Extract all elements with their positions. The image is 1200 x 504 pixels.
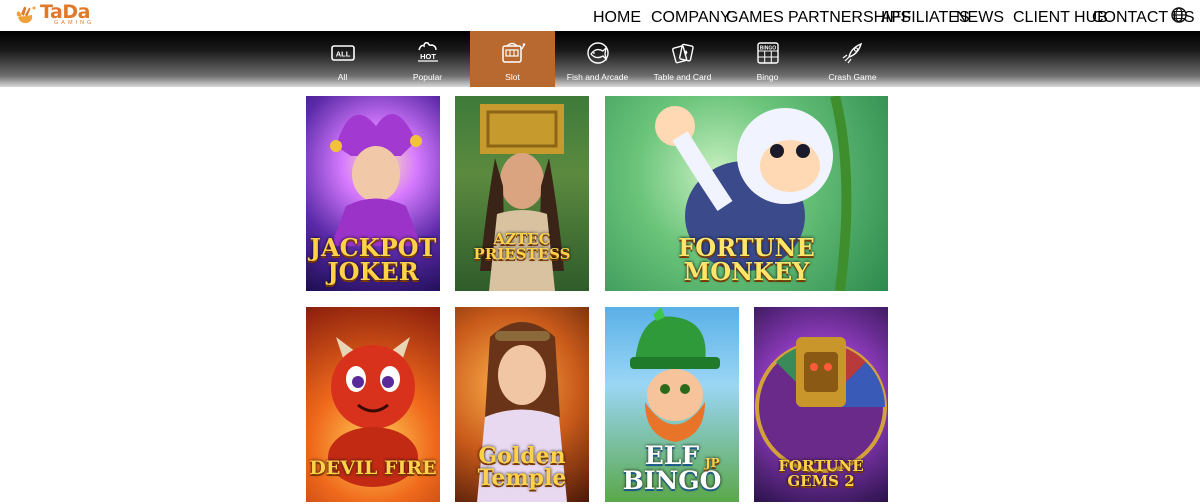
tada-logo[interactable]: TaDa GAMING [14,2,98,28]
game-tile-fortune-monkey[interactable]: FORTUNE MONKEY [605,96,888,291]
all-icon: ALL [330,45,355,61]
category-label: Bingo [756,72,779,82]
category-fish-and-arcade[interactable]: Fish and Arcade [555,31,640,87]
game-tile-fortune-gems-2[interactable]: FORTUNE GEMS 2 [754,307,888,502]
svg-text:HOT: HOT [420,52,436,61]
jp-badge: JP [705,456,720,470]
svg-text:ALL: ALL [335,50,350,59]
category-all[interactable]: ALL All [300,31,385,87]
game-title: JACKPOT JOKER [309,233,437,286]
category-table-and-card[interactable]: Table and Card [640,31,725,87]
game-title: Golden Temple [477,443,567,491]
nav-news[interactable]: NEWS [956,9,1004,27]
game-tile-aztec-priestess[interactable]: AZTEC PRIESTESS [455,96,589,291]
category-slot[interactable]: Slot [470,31,555,87]
logo-hand-icon [14,4,38,26]
game-tile-devil-fire[interactable]: DEVIL FIRE [306,307,440,502]
nav-company[interactable]: COMPANY [651,9,731,27]
rocket-icon [842,42,862,64]
bingo-icon: BINGO [756,42,779,64]
game-tile-elf-bingo[interactable]: ELF BINGO JP [605,307,739,502]
logo-subtitle: GAMING [54,20,95,27]
nav-home[interactable]: HOME [593,9,641,27]
hot-icon: HOT [417,42,438,62]
category-crash-game[interactable]: Crash Game [810,31,895,87]
game-title: FORTUNE GEMS 2 [778,457,864,490]
game-tile-jackpot-joker[interactable]: JACKPOT JOKER [306,96,440,291]
category-label: Crash Game [828,72,877,82]
category-label: All [337,72,348,82]
game-title: DEVIL FIRE [309,457,437,479]
category-bar: ALL All HOT Popular Slot Fish and Arcade [0,31,1200,87]
top-navigation: TaDa GAMING HOME COMPANY GAMES PARTNERSH… [0,0,1200,31]
game-tile-golden-temple[interactable]: Golden Temple [455,307,589,502]
category-label: Popular [412,72,443,82]
fish-icon [586,42,609,64]
category-label: Table and Card [653,72,712,82]
globe-icon[interactable] [1171,7,1187,23]
category-bingo[interactable]: BINGO Bingo [725,31,810,87]
game-title: AZTEC PRIESTESS [473,230,571,263]
category-label: Fish and Arcade [566,72,629,82]
cards-icon [671,43,694,64]
slot-machine-icon [501,42,525,63]
category-label: Slot [505,72,520,82]
game-title: FORTUNE MONKEY [678,233,815,286]
category-popular[interactable]: HOT Popular [385,31,470,87]
nav-games[interactable]: GAMES [726,9,784,27]
